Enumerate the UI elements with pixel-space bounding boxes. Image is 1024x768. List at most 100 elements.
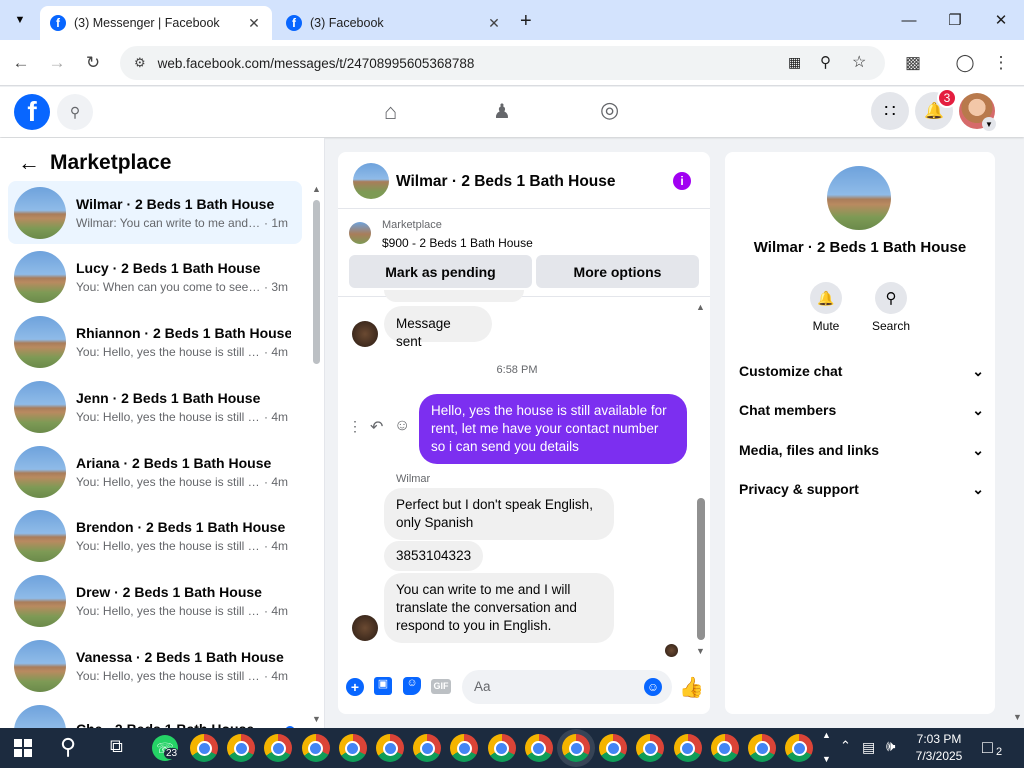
- action-center-icon[interactable]: □: [982, 737, 993, 758]
- chat-avatar[interactable]: [353, 163, 389, 199]
- sender-avatar[interactable]: [352, 615, 378, 641]
- chrome-taskbar-icon[interactable]: [673, 734, 702, 762]
- chrome-taskbar-icon[interactable]: [301, 734, 330, 762]
- site-info-icon[interactable]: ⚙: [134, 55, 146, 71]
- conversation-avatar: [14, 186, 66, 239]
- windows-start-icon[interactable]: [14, 739, 32, 757]
- conversation-item[interactable]: Wilmar · 2 Beds 1 Bath House Wilmar: You …: [8, 181, 302, 244]
- facebook-logo[interactable]: f: [14, 94, 50, 130]
- page-scroll-down[interactable]: ▼: [1013, 712, 1022, 722]
- network-icon[interactable]: ▤: [862, 739, 875, 756]
- listing-price-title[interactable]: $900 - 2 Beds 1 Bath House: [382, 236, 533, 250]
- clock-time[interactable]: 7:03 PM: [904, 732, 974, 746]
- profile-icon[interactable]: ◯: [950, 48, 980, 78]
- chrome-taskbar-icon[interactable]: [264, 734, 293, 762]
- section-customize-chat[interactable]: Customize chat ⌄: [739, 363, 984, 380]
- taskbar-scroll-up[interactable]: ▲: [822, 730, 831, 740]
- task-view-icon[interactable]: ⧉: [110, 736, 123, 757]
- conversation-item[interactable]: Jenn · 2 Beds 1 Bath House You: Hello, ye…: [8, 375, 302, 438]
- forward-button[interactable]: →: [42, 48, 72, 78]
- message-more-icon[interactable]: ⋮: [348, 418, 362, 435]
- volume-icon[interactable]: 🕪: [886, 738, 895, 755]
- section-media-files-links[interactable]: Media, files and links ⌄: [739, 442, 984, 459]
- scroll-down-arrow[interactable]: ▼: [312, 714, 321, 724]
- back-arrow-icon[interactable]: ←: [18, 150, 40, 176]
- install-app-icon[interactable]: ▦: [788, 54, 801, 71]
- taskbar-scroll-down[interactable]: ▼: [822, 754, 831, 764]
- menu-grid-icon[interactable]: ∷: [871, 92, 909, 130]
- search-icon[interactable]: ⚲: [57, 94, 93, 130]
- search-icon[interactable]: ⚲: [875, 282, 907, 314]
- chrome-taskbar-icon[interactable]: [450, 734, 479, 762]
- chrome-taskbar-icon[interactable]: [190, 734, 218, 762]
- extensions-icon[interactable]: ▩: [898, 48, 928, 78]
- conversation-name: Jenn · 2 Beds 1 Bath House: [76, 389, 261, 406]
- minimize-button[interactable]: —: [886, 0, 932, 40]
- address-bar[interactable]: ⚙ web.facebook.com/messages/t/2470899560…: [120, 46, 885, 80]
- sticker-icon[interactable]: ☺: [403, 677, 421, 695]
- conversation-item[interactable]: Rhiannon · 2 Beds 1 Bath House You: Hello…: [8, 311, 302, 374]
- chat-scroll-down[interactable]: ▼: [696, 646, 705, 656]
- tab-facebook[interactable]: f (3) Facebook ✕: [276, 6, 512, 40]
- message-scrollbar[interactable]: [697, 498, 705, 640]
- like-thumb-icon[interactable]: 👍: [679, 675, 704, 700]
- close-tab-icon[interactable]: ✕: [486, 15, 502, 32]
- chrome-taskbar-icon[interactable]: [710, 734, 739, 762]
- maximize-button[interactable]: ❐: [932, 0, 978, 40]
- clock-date[interactable]: 7/3/2025: [904, 749, 974, 763]
- show-hidden-icons[interactable]: ⌃: [840, 738, 851, 754]
- chrome-taskbar-icon[interactable]: [524, 734, 553, 762]
- info-icon[interactable]: i: [673, 172, 691, 190]
- close-window-button[interactable]: ✕: [978, 0, 1024, 40]
- photo-icon[interactable]: ▣: [374, 677, 392, 695]
- tab-messenger[interactable]: f (3) Messenger | Facebook ✕: [40, 6, 272, 40]
- chrome-taskbar-icon[interactable]: [413, 734, 442, 762]
- zoom-icon[interactable]: ⚲: [820, 53, 831, 71]
- conversation-list-scrollbar[interactable]: [313, 200, 320, 364]
- friends-icon[interactable]: ♟: [493, 99, 511, 124]
- tab-search-button[interactable]: ▼: [8, 8, 32, 32]
- react-emoji-icon[interactable]: ☺: [394, 417, 410, 435]
- reload-button[interactable]: ↻: [78, 48, 108, 78]
- add-plus-icon[interactable]: +: [346, 678, 364, 696]
- emoji-icon[interactable]: ☺: [644, 678, 662, 696]
- conversation-item[interactable]: Brendon · 2 Beds 1 Bath House You: Hello,…: [8, 505, 302, 568]
- conversation-item[interactable]: Vanessa · 2 Beds 1 Bath House You: Hello,…: [8, 634, 302, 697]
- section-privacy-support[interactable]: Privacy & support ⌄: [739, 481, 984, 498]
- chrome-taskbar-icon[interactable]: [487, 734, 516, 762]
- sender-avatar[interactable]: [352, 321, 378, 347]
- conversation-item[interactable]: Drew · 2 Beds 1 Bath House You: Hello, ye…: [8, 570, 302, 633]
- chrome-taskbar-icon[interactable]: [785, 734, 814, 762]
- chrome-taskbar-icon[interactable]: [227, 734, 256, 762]
- chrome-taskbar-icon[interactable]: [338, 734, 367, 762]
- close-tab-icon[interactable]: ✕: [246, 15, 262, 32]
- gif-icon[interactable]: GIF: [431, 679, 451, 694]
- conversation-item[interactable]: Lucy · 2 Beds 1 Bath House You: When can …: [8, 246, 302, 309]
- mark-as-pending-button[interactable]: Mark as pending: [349, 255, 532, 288]
- chrome-taskbar-icon[interactable]: [636, 734, 665, 762]
- conversation-item[interactable]: Ariana · 2 Beds 1 Bath House You: Hello, …: [8, 440, 302, 503]
- chrome-taskbar-icon[interactable]: [376, 734, 404, 762]
- chat-title[interactable]: Wilmar · 2 Beds 1 Bath House: [396, 173, 616, 191]
- mute-bell-icon[interactable]: 🔔: [810, 282, 842, 314]
- groups-icon[interactable]: ◎: [600, 97, 619, 123]
- chat-scroll-up[interactable]: ▲: [696, 302, 705, 312]
- scroll-up-arrow[interactable]: ▲: [312, 184, 321, 194]
- more-options-button[interactable]: More options: [536, 255, 699, 288]
- taskbar-search-icon[interactable]: ⚲: [60, 734, 76, 760]
- listing-avatar-large[interactable]: [827, 166, 891, 230]
- section-chat-members[interactable]: Chat members ⌄: [739, 402, 984, 419]
- account-chevron-icon[interactable]: ▼: [982, 117, 996, 131]
- chrome-taskbar-icon[interactable]: [562, 734, 590, 762]
- conversation-item[interactable]: Che · 2 Beds 1 Bath House: [8, 699, 302, 728]
- message-input[interactable]: Aa ☺: [462, 670, 672, 704]
- bookmark-star-icon[interactable]: ☆: [852, 52, 866, 72]
- chrome-taskbar-icon[interactable]: [748, 734, 776, 762]
- back-button[interactable]: ←: [6, 48, 36, 78]
- listing-thumbnail[interactable]: [349, 222, 371, 244]
- new-tab-button[interactable]: +: [520, 10, 532, 33]
- home-icon[interactable]: ⌂: [384, 99, 397, 125]
- chrome-taskbar-icon[interactable]: [599, 734, 628, 762]
- menu-icon[interactable]: ⋮: [986, 48, 1016, 78]
- reply-icon[interactable]: ↶: [370, 417, 383, 437]
